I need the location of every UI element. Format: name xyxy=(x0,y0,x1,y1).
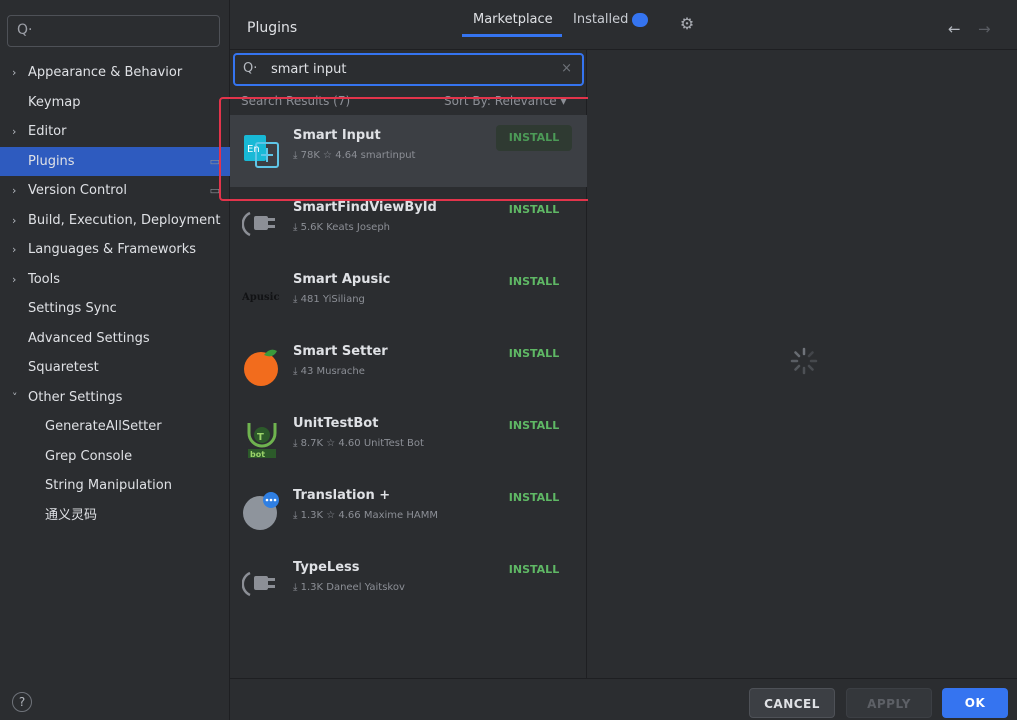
gear-icon[interactable]: ⚙ xyxy=(678,15,696,33)
sidebar-item-appearance-behavior[interactable]: › Appearance & Behavior xyxy=(0,58,230,88)
plugin-name: Translation + xyxy=(293,488,391,503)
chevron-right-icon: › xyxy=(12,272,17,286)
apusic-logo-icon: Apusic xyxy=(242,292,280,303)
sidebar-item-editor[interactable]: › Editor xyxy=(0,117,230,147)
back-arrow-icon[interactable]: ← xyxy=(948,20,961,38)
sidebar-item-label: 通义灵码 xyxy=(45,507,98,523)
sidebar-item-languages-frameworks[interactable]: › Languages & Frameworks xyxy=(0,235,230,265)
plugins-header: Plugins Marketplace Installed ⚙ ← → xyxy=(230,0,1017,50)
install-button[interactable]: INSTALL xyxy=(496,269,572,295)
forward-arrow-icon[interactable]: → xyxy=(978,20,991,38)
plugin-name: UnitTestBot xyxy=(293,416,379,431)
sidebar-item-label: Version Control xyxy=(28,183,127,198)
plugin-name: TypeLess xyxy=(293,560,360,575)
search-icon: Q· xyxy=(243,61,258,76)
chevron-right-icon: › xyxy=(12,243,17,256)
translation-logo-icon xyxy=(243,492,279,530)
sidebar-item-label: Settings Sync xyxy=(28,301,117,316)
plugin-meta: ⤓ 5.6K Keats Joseph xyxy=(293,222,391,233)
sidebar-item-settings-sync[interactable]: Settings Sync xyxy=(0,294,230,324)
sidebar-item-label: GenerateAllSetter xyxy=(45,419,162,434)
chevron-right-icon: › xyxy=(12,213,17,227)
sidebar-item-version-control[interactable]: › Version Control ▭ xyxy=(0,176,230,206)
sidebar-item-label: Advanced Settings xyxy=(28,330,150,346)
plugin-search-value: smart input xyxy=(271,62,347,77)
highlight-annotation-frame xyxy=(219,97,597,201)
page-title: Plugins xyxy=(247,20,298,36)
sidebar-item-tongyi-lingma[interactable]: 通义灵码 xyxy=(0,501,230,531)
sidebar-item-label: Editor xyxy=(28,124,67,139)
sidebar-item-label: Appearance & Behavior xyxy=(28,65,183,80)
chevron-right-icon: › xyxy=(12,184,17,197)
sidebar-item-generateallsetter[interactable]: GenerateAllSetter xyxy=(0,412,230,442)
sidebar-item-other-settings[interactable]: ˅ Other Settings xyxy=(0,383,230,413)
sidebar-item-squaretest[interactable]: Squaretest xyxy=(0,353,230,383)
settings-search-input[interactable]: Q· xyxy=(7,15,220,47)
sidebar-item-label: Languages & Frameworks xyxy=(28,242,197,257)
settings-nav: › Appearance & Behavior Keymap › Editor … xyxy=(0,58,230,530)
sidebar-item-label: Squaretest xyxy=(28,360,99,375)
sidebar-item-label: String Manipulation xyxy=(45,478,172,493)
plugin-name: Smart Setter xyxy=(293,344,388,359)
chevron-down-icon: ˅ xyxy=(12,390,18,404)
clear-icon[interactable]: × xyxy=(561,61,572,76)
plugin-row-unittestbot[interactable]: T bot UnitTestBot ⤓ 8.7K ☆ 4.60 UnitTest… xyxy=(230,403,587,475)
plugin-meta: ⤓ 1.3K Daneel Yaitskov xyxy=(293,582,405,593)
orange-fruit-icon xyxy=(244,349,278,386)
plugin-row-typeless[interactable]: TypeLess ⤓ 1.3K Daneel Yaitskov INSTALL xyxy=(230,547,587,619)
sidebar-item-label: Other Settings xyxy=(28,389,123,405)
sidebar-item-advanced-settings[interactable]: Advanced Settings xyxy=(0,324,230,354)
sidebar-item-label: Keymap xyxy=(28,94,81,110)
install-button[interactable]: INSTALL xyxy=(496,557,572,583)
chevron-right-icon: › xyxy=(12,66,17,79)
plugin-row-smart-setter[interactable]: Smart Setter ⤓ 43 Musrache INSTALL xyxy=(230,331,587,403)
install-button[interactable]: INSTALL xyxy=(496,485,572,511)
plugin-row-smart-apusic[interactable]: Apusic Smart Apusic ⤓ 481 YiSiliang INST… xyxy=(230,259,587,331)
settings-sidebar: Q· › Appearance & Behavior Keymap › Edit… xyxy=(0,0,230,720)
plugin-name: SmartFindViewById xyxy=(293,200,437,215)
sidebar-item-label: Plugins xyxy=(28,153,75,169)
dialog-footer: CANCEL APPLY OK xyxy=(230,678,1017,720)
plugin-row-translation-plus[interactable]: Translation + ⤓ 1.3K ☆ 4.66 Maxime HAMM … xyxy=(230,475,587,547)
sidebar-item-build-execution-deployment[interactable]: › Build, Execution, Deployment xyxy=(0,206,230,236)
svg-text:bot: bot xyxy=(250,450,265,459)
plugin-detail-panel xyxy=(588,50,1017,678)
install-button[interactable]: INSTALL xyxy=(496,413,572,439)
sidebar-item-plugins[interactable]: Plugins ▭ xyxy=(0,146,230,176)
help-button[interactable]: ? xyxy=(12,692,32,712)
unittestbot-logo-icon: T bot xyxy=(247,423,277,459)
chevron-right-icon: › xyxy=(12,125,17,138)
tab-marketplace[interactable]: Marketplace xyxy=(473,12,553,36)
sidebar-item-keymap[interactable]: Keymap xyxy=(0,88,230,118)
plugin-plug-icon xyxy=(242,571,275,597)
sidebar-item-grep-console[interactable]: Grep Console xyxy=(0,442,230,472)
loading-spinner-icon xyxy=(790,347,818,375)
svg-text:T: T xyxy=(257,432,264,443)
plugin-name: Smart Apusic xyxy=(293,272,391,287)
installed-updates-badge xyxy=(632,13,648,27)
cancel-button[interactable]: CANCEL xyxy=(749,688,835,718)
plugin-search-input[interactable]: Q· smart input × xyxy=(233,53,584,86)
sidebar-item-string-manipulation[interactable]: String Manipulation xyxy=(0,471,230,501)
plugin-meta: ⤓ 43 Musrache xyxy=(293,366,365,377)
search-icon: Q· xyxy=(17,22,33,38)
sidebar-item-label: Grep Console xyxy=(45,448,133,464)
sidebar-item-label: Tools xyxy=(28,271,61,287)
tab-installed[interactable]: Installed xyxy=(573,12,628,36)
plugin-meta: ⤓ 1.3K ☆ 4.66 Maxime HAMM xyxy=(293,510,438,521)
apusic-logo-text: Apusic xyxy=(242,292,280,303)
ok-button[interactable]: OK xyxy=(942,688,1008,718)
install-button[interactable]: INSTALL xyxy=(496,341,572,367)
sidebar-item-tools[interactable]: › Tools xyxy=(0,265,230,295)
apply-button[interactable]: APPLY xyxy=(846,688,932,718)
sidebar-item-label: Build, Execution, Deployment xyxy=(28,212,221,228)
plugin-meta: ⤓ 8.7K ☆ 4.60 UnitTest Bot xyxy=(293,438,424,449)
plugin-meta: ⤓ 481 YiSiliang xyxy=(293,294,365,305)
active-tab-indicator xyxy=(462,34,562,37)
plugin-plug-icon xyxy=(242,211,275,237)
